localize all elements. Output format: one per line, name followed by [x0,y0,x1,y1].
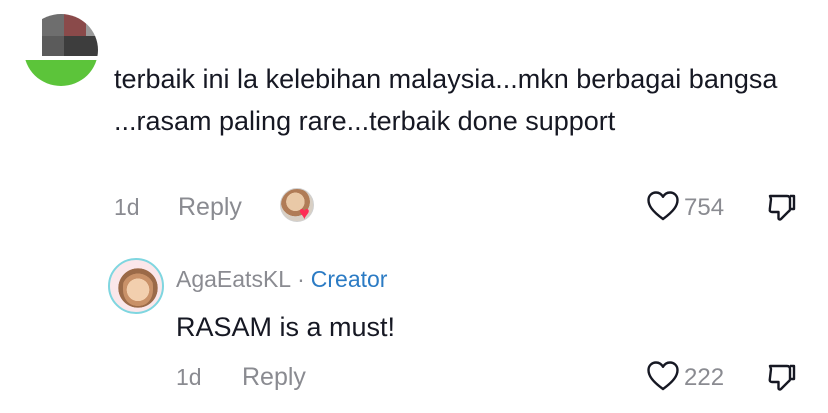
avatar-face [123,270,153,306]
reply-header: AgaEatsKL · Creator [176,266,387,293]
header-separator: · [297,266,305,292]
avatar-pixel [64,14,86,36]
mini-heart-icon: ♥ [299,203,310,223]
dislike-icon[interactable] [766,192,796,224]
dislike-icon[interactable] [766,362,796,394]
creator-avatar[interactable] [108,258,164,314]
avatar-pixel [42,36,64,56]
reply-date: 1d [176,364,202,390]
reply-text: RASAM is a must! [176,312,396,342]
commenter-avatar[interactable] [24,14,98,86]
heart-icon[interactable] [646,190,680,222]
like-count: 222 [684,364,725,391]
reply-button[interactable]: Reply [242,363,306,392]
comment-date: 1d [114,194,140,220]
creator-badge: Creator [310,266,388,292]
like-count: 754 [684,194,725,221]
avatar-pixel [64,36,98,56]
avatar-pixel [42,14,64,36]
creator-liked-heart-icon: ♥ [280,188,316,224]
heart-icon[interactable] [646,360,680,392]
reply-author-name[interactable]: AgaEatsKL [176,266,291,292]
avatar-green-shape [24,60,98,86]
avatar-pixel [86,14,98,36]
reply-button[interactable]: Reply [178,193,242,222]
comment-text: terbaik ini la kelebihan malaysia...mkn … [114,64,778,136]
